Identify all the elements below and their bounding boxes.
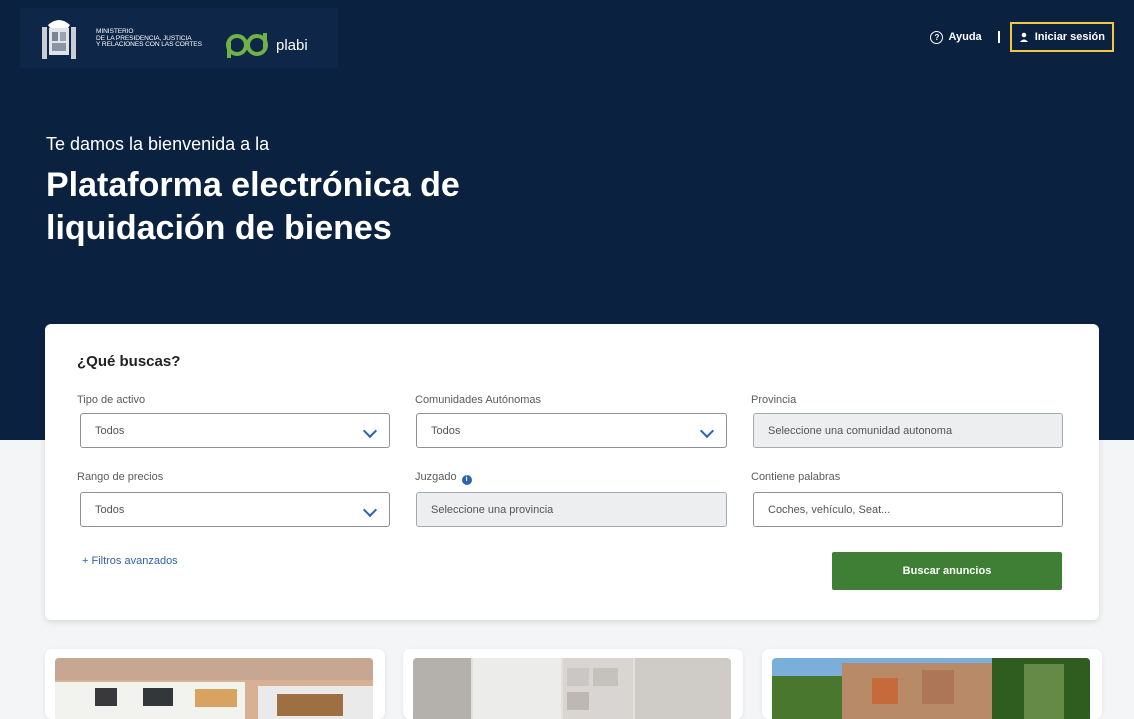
search-button[interactable]: Buscar anuncios [832,552,1062,590]
header-logo-area: Ministerio de la Presidencia, Justicia y… [20,8,338,68]
ministry-line: y Relaciones con las Cortes [96,41,202,49]
listing-image [55,658,373,719]
keywords-label: Contiene palabras [751,471,841,483]
province-label: Provincia [751,394,797,406]
listing-image [413,658,731,719]
keywords-input[interactable]: Coches, vehículo, Seat... [753,492,1063,527]
price-range-select[interactable]: Todos [80,492,390,527]
login-label: Iniciar sesión [1034,31,1105,43]
coat-of-arms-icon [42,20,76,59]
communities-select[interactable]: Todos [416,413,727,448]
search-heading: ¿Qué buscas? [77,353,181,370]
asset-type-value: Todos [95,424,125,437]
communities-label: Comunidades Autónomas [415,394,541,406]
building-thumbnail [772,658,1090,719]
listing-card[interactable] [45,649,385,719]
help-link[interactable]: ? Ayuda [930,30,982,44]
platform-title: Plataforma electrónica de liquidación de… [46,166,460,247]
help-label: Ayuda [948,31,982,43]
nav-divider [997,31,1000,43]
price-range-label: Rango de precios [77,471,164,483]
login-button[interactable]: Iniciar sesión [1009,22,1114,52]
asset-type-label: Tipo de activo [77,394,146,406]
chevron-down-icon [362,423,378,439]
house-thumbnail [55,658,373,719]
asset-type-select[interactable]: Todos [80,413,390,448]
court-label: Juzgado i [415,471,472,485]
pb-logo-icon [226,33,268,58]
user-icon [1019,32,1028,42]
province-select[interactable]: Seleccione una comunidad autonoma [753,413,1063,448]
chevron-down-icon [362,502,378,518]
listing-card[interactable] [403,649,743,719]
listing-image [772,658,1090,719]
plabi-logo: plabi [226,32,316,58]
court-label-text: Juzgado [415,471,457,483]
top-navigation: ? Ayuda Iniciar sesión [930,22,1114,52]
search-card: ¿Qué buscas? Tipo de activo Todos Comuni… [45,324,1099,620]
communities-value: Todos [431,424,461,437]
help-icon: ? [930,30,944,44]
interior-thumbnail [413,658,731,719]
info-icon[interactable]: i [461,474,472,485]
listing-card[interactable] [762,649,1102,719]
advanced-filters-link[interactable]: + Filtros avanzados [82,555,178,567]
welcome-text: Te damos la bienvenida a la [46,134,270,154]
price-range-value: Todos [95,503,125,516]
brand-name: plabi [276,36,308,54]
court-select[interactable]: Seleccione una provincia [416,492,727,527]
province-value: Seleccione una comunidad autonoma [768,424,953,437]
court-value: Seleccione una provincia [431,503,554,516]
keywords-placeholder: Coches, vehículo, Seat... [768,503,891,516]
ministry-name: Ministerio de la Presidencia, Justicia y… [96,28,202,49]
chevron-down-icon [699,423,715,439]
